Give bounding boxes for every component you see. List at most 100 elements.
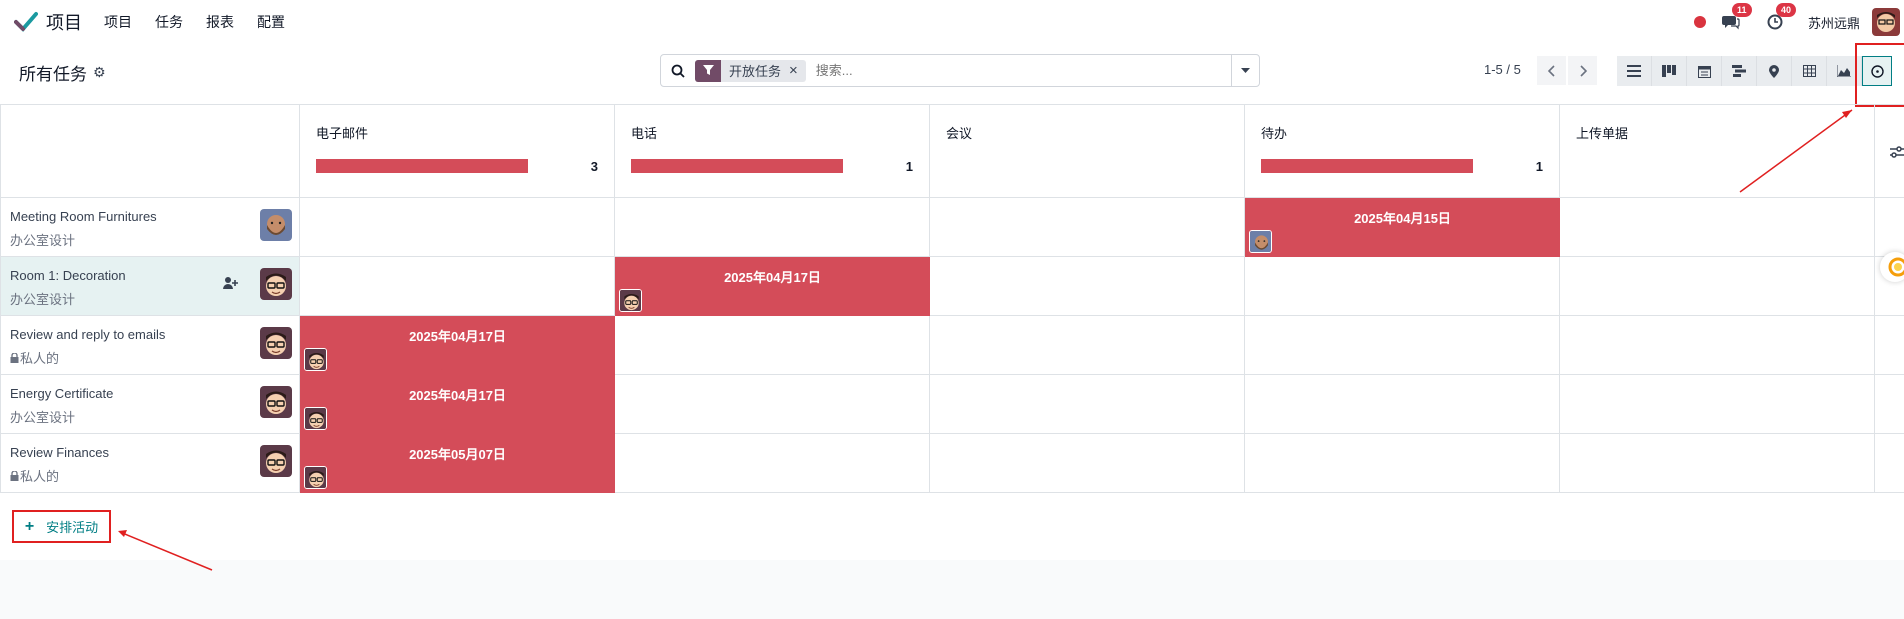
view-pivot-button[interactable] bbox=[1792, 56, 1827, 86]
activity-block[interactable]: 2025年04月17日 bbox=[300, 375, 615, 434]
messages-badge: 11 bbox=[1731, 3, 1752, 17]
activity-block[interactable]: 2025年04月17日 bbox=[300, 316, 615, 375]
page-title: 所有任务 ⚙ bbox=[19, 60, 106, 85]
activity-cell bbox=[1875, 434, 1904, 493]
avatar[interactable] bbox=[260, 327, 292, 359]
column-count: 1 bbox=[905, 159, 913, 174]
gantt-icon bbox=[1732, 65, 1746, 77]
table-row-header[interactable]: Review and reply to emails 私人的 bbox=[0, 316, 300, 375]
column-progress-bar[interactable] bbox=[316, 159, 528, 173]
activity-cell[interactable] bbox=[300, 198, 615, 257]
activity-deadline: 2025年04月17日 bbox=[409, 329, 506, 344]
pager-previous-button[interactable] bbox=[1537, 56, 1566, 85]
activity-cell[interactable] bbox=[615, 198, 930, 257]
activity-cell[interactable] bbox=[1560, 198, 1875, 257]
page-footer-area bbox=[0, 560, 1904, 619]
column-header-email: 电子邮件 3 bbox=[300, 105, 615, 198]
task-project: 办公室设计 bbox=[10, 407, 75, 426]
task-project: 私人的 bbox=[10, 348, 59, 367]
sliders-icon[interactable] bbox=[1890, 145, 1904, 159]
column-progress-bar[interactable] bbox=[631, 159, 843, 173]
activity-cell[interactable] bbox=[300, 257, 615, 316]
activity-block[interactable]: 2025年04月17日 bbox=[615, 257, 930, 316]
task-name[interactable]: Review Finances bbox=[10, 445, 109, 460]
brand[interactable]: 项目 bbox=[14, 9, 82, 35]
task-project-label: 办公室设计 bbox=[10, 410, 76, 425]
view-list-button[interactable] bbox=[1617, 56, 1652, 86]
recording-dot-icon[interactable] bbox=[1693, 16, 1706, 28]
pager-next-button[interactable] bbox=[1568, 56, 1597, 85]
activity-cell bbox=[1875, 375, 1904, 434]
activity-cell[interactable] bbox=[615, 434, 930, 493]
search-input[interactable] bbox=[815, 63, 1196, 78]
activity-cell[interactable] bbox=[1245, 434, 1560, 493]
activity-cell[interactable] bbox=[1560, 316, 1875, 375]
livechat-bubble-icon[interactable] bbox=[1880, 252, 1904, 282]
task-name[interactable]: Room 1: Decoration bbox=[10, 268, 126, 283]
company-name[interactable]: 苏州远鼎 bbox=[1808, 13, 1860, 32]
column-header-meeting: 会议 bbox=[930, 105, 1245, 198]
activity-cell[interactable] bbox=[1245, 375, 1560, 434]
table-row-header[interactable]: Review Finances 私人的 bbox=[0, 434, 300, 493]
activities-button[interactable]: 40 bbox=[1764, 3, 1796, 33]
menu-item-tasks[interactable]: 任务 bbox=[155, 12, 183, 32]
assignee-avatar bbox=[619, 289, 642, 312]
activity-cell[interactable] bbox=[930, 375, 1245, 434]
table-row-header[interactable]: Meeting Room Furnitures 办公室设计 bbox=[0, 198, 300, 257]
gear-icon[interactable]: ⚙ bbox=[93, 64, 106, 81]
user-avatar[interactable] bbox=[1872, 8, 1900, 36]
list-icon bbox=[1627, 65, 1641, 77]
task-project-label: 办公室设计 bbox=[10, 292, 76, 307]
column-count: 3 bbox=[590, 159, 598, 174]
avatar-icon bbox=[1872, 8, 1900, 36]
schedule-activity-button[interactable]: + 安排活动 bbox=[12, 510, 111, 543]
activity-cell[interactable] bbox=[930, 316, 1245, 375]
search-options-toggle[interactable] bbox=[1231, 55, 1259, 86]
activity-cell[interactable] bbox=[615, 375, 930, 434]
activity-cell[interactable] bbox=[1560, 257, 1875, 316]
activity-cell[interactable] bbox=[1560, 375, 1875, 434]
main-menu: 项目 任务 报表 配置 bbox=[104, 12, 308, 32]
assignee-avatar bbox=[304, 407, 327, 430]
pager-value[interactable]: 1-5 / 5 bbox=[1484, 62, 1521, 77]
task-name[interactable]: Energy Certificate bbox=[10, 386, 113, 401]
activity-cell[interactable] bbox=[1245, 257, 1560, 316]
remove-facet-close-icon[interactable]: × bbox=[789, 62, 806, 79]
view-switcher bbox=[1617, 56, 1892, 86]
task-name[interactable]: Meeting Room Furnitures bbox=[10, 209, 157, 224]
activity-block[interactable]: 2025年05月07日 bbox=[300, 434, 615, 493]
view-kanban-button[interactable] bbox=[1652, 56, 1687, 86]
activity-cell[interactable] bbox=[615, 316, 930, 375]
view-calendar-button[interactable] bbox=[1687, 56, 1722, 86]
avatar[interactable] bbox=[260, 386, 292, 418]
search-icon bbox=[661, 64, 695, 78]
kanban-icon bbox=[1662, 65, 1676, 77]
assignee-avatar bbox=[304, 466, 327, 489]
table-row-header[interactable]: Energy Certificate 办公室设计 bbox=[0, 375, 300, 434]
avatar[interactable] bbox=[260, 209, 292, 241]
menu-item-reports[interactable]: 报表 bbox=[206, 12, 234, 32]
activity-cell[interactable] bbox=[1560, 434, 1875, 493]
activity-cell[interactable] bbox=[930, 434, 1245, 493]
activity-cell[interactable] bbox=[1245, 316, 1560, 375]
column-progress-bar[interactable] bbox=[1261, 159, 1473, 173]
activity-cell[interactable] bbox=[930, 198, 1245, 257]
activity-block[interactable]: 2025年04月15日 bbox=[1245, 198, 1560, 257]
menu-item-configuration[interactable]: 配置 bbox=[257, 12, 285, 32]
menu-item-projects[interactable]: 项目 bbox=[104, 12, 132, 32]
lock-icon bbox=[10, 469, 20, 484]
view-map-button[interactable] bbox=[1757, 56, 1792, 86]
view-gantt-button[interactable] bbox=[1722, 56, 1757, 86]
column-label: 会议 bbox=[946, 126, 973, 141]
column-label: 电子邮件 bbox=[316, 126, 369, 141]
task-name[interactable]: Review and reply to emails bbox=[10, 327, 165, 342]
avatar[interactable] bbox=[260, 445, 292, 477]
table-row-header[interactable]: Room 1: Decoration 办公室设计 bbox=[0, 257, 300, 316]
activity-cell[interactable] bbox=[930, 257, 1245, 316]
messages-button[interactable]: 11 bbox=[1720, 3, 1752, 33]
avatar[interactable] bbox=[260, 268, 292, 300]
user-plus-icon[interactable] bbox=[223, 277, 239, 292]
activity-cell bbox=[1875, 316, 1904, 375]
map-marker-icon bbox=[1769, 64, 1779, 78]
activity-deadline: 2025年05月07日 bbox=[409, 447, 506, 462]
